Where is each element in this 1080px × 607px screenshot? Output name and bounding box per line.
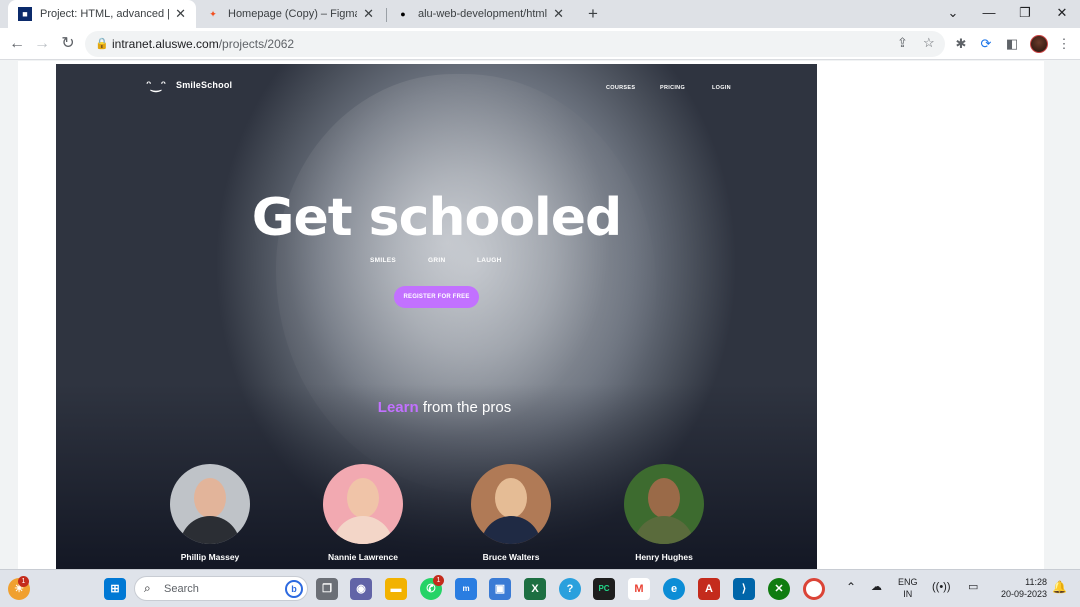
hero-portrait — [276, 74, 656, 494]
pro-card: Nannie Lawrence — [308, 464, 418, 562]
brand-name: SmileSchool — [176, 80, 233, 90]
avatar — [471, 464, 551, 544]
homepage-mockup-image: ᵔ‿ᵔ SmileSchool COURSES PRICING LOGIN Ge… — [56, 64, 817, 569]
pro-card: Phillip Massey — [155, 464, 265, 562]
nav-courses: COURSES — [606, 85, 636, 91]
close-tab-icon[interactable]: ✕ — [553, 6, 564, 22]
share-icon[interactable]: ⇪ — [897, 35, 908, 51]
clock[interactable]: 11:28 20-09-2023 — [995, 576, 1047, 600]
more-menu-icon[interactable]: ⋮ — [1054, 34, 1074, 54]
notification-badge: 1 — [18, 576, 29, 587]
restore-icon[interactable]: ❐ — [1013, 3, 1037, 23]
search-icon: ⌕ — [144, 581, 151, 595]
tab-strip: ■ Project: HTML, advanced | ALU In ✕ ✦ H… — [0, 0, 1080, 28]
subword-smiles: SMILES — [370, 257, 396, 264]
access-icon[interactable]: A — [698, 578, 720, 600]
minimize-icon[interactable]: — — [977, 3, 1001, 23]
github-icon: ● — [400, 9, 406, 19]
file-explorer-icon[interactable]: ▬ — [385, 578, 407, 600]
learn-heading: Learn from the pros — [377, 399, 512, 416]
avatar — [624, 464, 704, 544]
close-window-icon[interactable]: ✕ — [1050, 3, 1074, 23]
forward-arrow-icon[interactable]: → — [32, 34, 52, 54]
pro-card: Bruce Walters — [456, 464, 566, 562]
tab-github[interactable]: ● alu-web-development/html_adv ✕ — [386, 0, 574, 28]
vscode-icon[interactable]: ⟩ — [733, 578, 755, 600]
back-arrow-icon[interactable]: ← — [7, 34, 27, 54]
close-tab-icon[interactable]: ✕ — [175, 6, 186, 22]
close-tab-icon[interactable]: ✕ — [363, 6, 374, 22]
taskbar-search-input[interactable]: ⌕ Search b — [134, 576, 308, 601]
tab-alu-project[interactable]: ■ Project: HTML, advanced | ALU In ✕ — [8, 0, 196, 28]
url-domain: intranet.aluswe.com — [112, 37, 219, 51]
address-bar[interactable]: 🔒 intranet.aluswe.com/projects/2062 ⇪ ☆ — [85, 31, 945, 57]
extensions-puzzle-icon[interactable]: ✱ — [951, 34, 971, 54]
mylo-app-icon[interactable]: m — [455, 578, 477, 600]
page-viewport: ᵔ‿ᵔ SmileSchool COURSES PRICING LOGIN Ge… — [0, 61, 1080, 569]
register-button: REGISTER FOR FREE — [394, 286, 479, 308]
battery-icon[interactable]: ▭ — [968, 581, 978, 593]
reload-icon[interactable]: ↻ — [58, 34, 78, 54]
show-hidden-icons-chevron[interactable]: ⌃ — [846, 581, 856, 593]
edge-icon[interactable]: e — [663, 578, 685, 600]
sync-extension-icon[interactable]: ⟳ — [976, 34, 996, 54]
wifi-icon[interactable]: ((•)) — [932, 581, 951, 593]
project-card: ᵔ‿ᵔ SmileSchool COURSES PRICING LOGIN Ge… — [18, 61, 1044, 569]
nav-login: LOGIN — [712, 85, 731, 91]
figma-icon: ✦ — [209, 8, 217, 19]
windows-start-icon[interactable]: ⊞ — [104, 578, 126, 600]
alu-favicon-icon: ■ — [18, 7, 32, 21]
lock-icon: 🔒 — [95, 38, 109, 50]
whatsapp-badge: 1 — [433, 575, 444, 586]
smileschool-logo: ᵔ‿ᵔ SmileSchool — [146, 78, 233, 92]
tab-figma[interactable]: ✦ Homepage (Copy) – Figma ✕ — [196, 0, 384, 28]
bing-icon[interactable]: b — [285, 580, 303, 598]
xbox-icon[interactable]: ✕ — [768, 578, 790, 600]
pro-card: Henry Hughes — [609, 464, 719, 562]
bookmark-star-icon[interactable]: ☆ — [923, 35, 935, 51]
windows-taskbar: ☀ 1 ⊞ ⌕ Search b ❐ ◉ ▬ ✆ 1 m ▣ X ? PC M … — [0, 569, 1080, 607]
task-view-icon[interactable]: ❐ — [316, 578, 338, 600]
notifications-bell-icon[interactable]: 🔔 — [1052, 581, 1067, 593]
avatar — [170, 464, 250, 544]
store-icon[interactable]: ▣ — [489, 578, 511, 600]
tab-search-chevron-icon[interactable]: ⌄ — [941, 3, 965, 23]
excel-icon[interactable]: X — [524, 578, 546, 600]
browser-toolbar: ← → ↻ 🔒 intranet.aluswe.com/projects/206… — [0, 28, 1080, 60]
avatar — [323, 464, 403, 544]
hero-headline: Get schooled — [251, 188, 622, 248]
onedrive-icon[interactable]: ☁ — [871, 581, 882, 593]
pycharm-icon[interactable]: PC — [593, 578, 615, 600]
chrome-icon[interactable] — [803, 578, 825, 600]
subword-grin: GRIN — [428, 257, 446, 264]
smile-logo-icon: ᵔ‿ᵔ — [146, 78, 166, 92]
subword-laugh: LAUGH — [477, 257, 502, 264]
teams-icon[interactable]: ◉ — [350, 578, 372, 600]
language-indicator[interactable]: ENG IN — [898, 576, 918, 600]
help-icon[interactable]: ? — [559, 578, 581, 600]
url-path: /projects/2062 — [218, 37, 295, 51]
profile-avatar[interactable] — [1030, 35, 1048, 53]
gmail-icon[interactable]: M — [628, 578, 650, 600]
new-tab-button[interactable]: + — [583, 4, 603, 24]
side-panel-icon[interactable]: ◧ — [1002, 34, 1022, 54]
nav-pricing: PRICING — [660, 85, 686, 91]
